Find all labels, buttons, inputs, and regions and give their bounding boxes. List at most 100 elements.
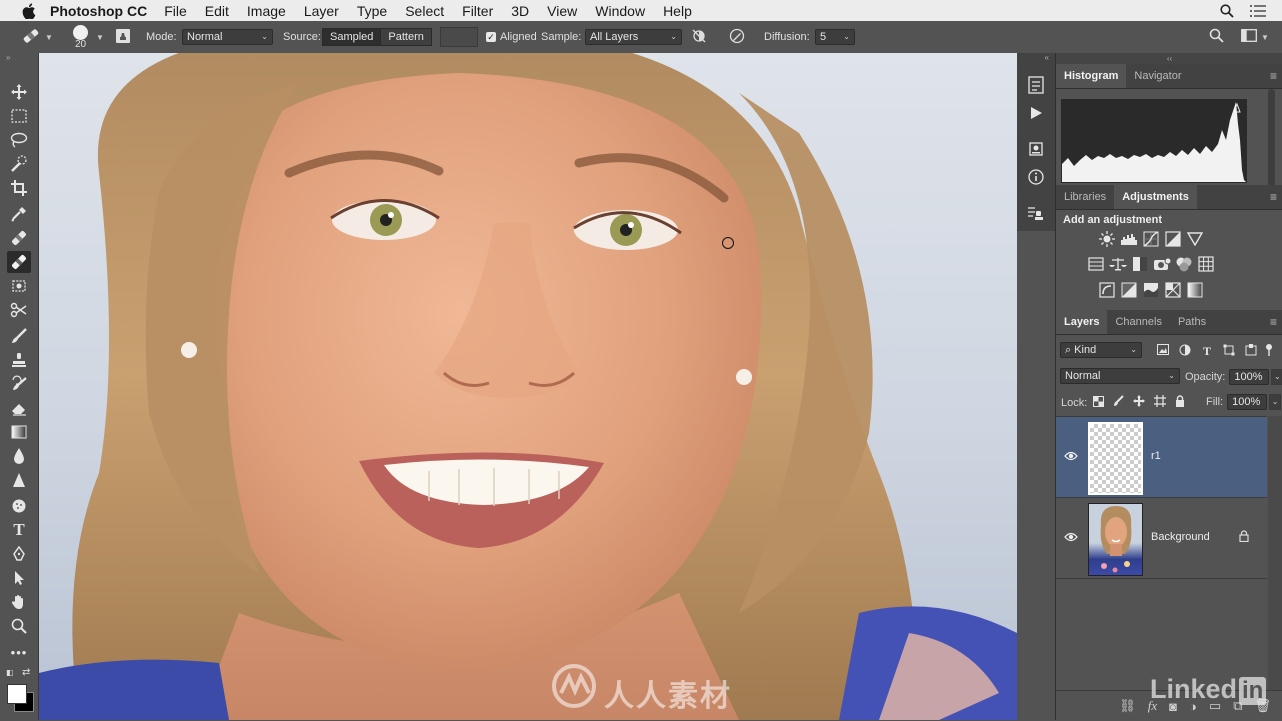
lasso-tool[interactable] (7, 129, 31, 151)
black-white-icon[interactable] (1129, 253, 1151, 275)
lock-image-icon[interactable] (1113, 395, 1125, 410)
eye-icon[interactable] (1064, 531, 1078, 543)
properties-panel-button[interactable] (1026, 139, 1046, 159)
tab-libraries[interactable]: Libraries (1056, 185, 1114, 209)
ignore-adjustment-layers-button[interactable] (692, 21, 706, 53)
hand-tool[interactable] (7, 591, 31, 613)
photo-filter-icon[interactable] (1151, 253, 1173, 275)
menu-type[interactable]: Type (357, 3, 387, 19)
eye-icon[interactable] (1064, 450, 1078, 462)
vibrance-icon[interactable] (1184, 228, 1206, 250)
app-name[interactable]: Photoshop CC (50, 3, 147, 19)
menu-file[interactable]: File (164, 3, 187, 19)
marquee-tool[interactable] (7, 105, 31, 127)
selective-color-icon[interactable] (1162, 279, 1184, 301)
clone-source-button[interactable] (115, 21, 131, 53)
brush-picker-arrow[interactable]: ▼ (96, 21, 104, 53)
menu-window[interactable]: Window (595, 3, 645, 19)
notification-center-icon[interactable] (1250, 4, 1266, 17)
workspace-switcher[interactable]: ▼ (1241, 21, 1269, 53)
zoom-tool[interactable] (7, 615, 31, 637)
swap-colors-icon[interactable]: ⇄ (22, 667, 30, 678)
menu-filter[interactable]: Filter (462, 3, 493, 19)
foreground-color-swatch[interactable] (7, 684, 27, 704)
layer-name[interactable]: Background (1151, 531, 1210, 543)
menu-layer[interactable]: Layer (304, 3, 339, 19)
source-pattern-button[interactable]: Pattern (381, 28, 432, 46)
pen-tool[interactable] (7, 543, 31, 565)
posterize-icon[interactable] (1118, 279, 1140, 301)
filter-type-icon[interactable]: T (1196, 344, 1218, 359)
pressure-size-button[interactable] (729, 21, 745, 53)
mode-select[interactable]: Normal ⌄ (182, 29, 273, 45)
menu-select[interactable]: Select (405, 3, 444, 19)
tab-channels[interactable]: Channels (1107, 310, 1169, 334)
menu-help[interactable]: Help (663, 3, 692, 19)
history-panel-button[interactable] (1026, 75, 1046, 95)
source-sampled-button[interactable]: Sampled (322, 28, 382, 46)
history-brush-tool[interactable] (7, 373, 31, 395)
type-tool[interactable]: T (7, 519, 31, 541)
hue-saturation-icon[interactable] (1085, 253, 1107, 275)
opacity-input[interactable]: 100% (1229, 369, 1270, 385)
panel-menu-icon[interactable]: ≡ (1270, 315, 1277, 329)
color-lookup-icon[interactable] (1195, 253, 1217, 275)
healing-brush-tool[interactable] (7, 251, 31, 273)
spot-healing-tool[interactable] (7, 227, 31, 249)
blur-tool[interactable] (7, 445, 31, 467)
levels-icon[interactable] (1118, 228, 1140, 250)
crop-tool[interactable] (7, 177, 31, 199)
clone-source-panel-button[interactable] (1026, 203, 1046, 223)
default-colors-icon[interactable]: ◧ (6, 668, 14, 677)
layer-row-r1[interactable]: r1 (1056, 417, 1267, 498)
tool-preset-picker[interactable]: ▼ (20, 21, 53, 53)
clone-stamp-tool[interactable] (7, 349, 31, 371)
tab-adjustments[interactable]: Adjustments (1114, 185, 1197, 209)
panel-menu-icon[interactable]: ≡ (1270, 69, 1277, 83)
content-aware-tool[interactable] (7, 275, 31, 297)
eyedropper-tool[interactable] (7, 203, 31, 225)
sample-select[interactable]: All Layers ⌄ (585, 29, 682, 45)
tab-histogram[interactable]: Histogram (1056, 64, 1127, 88)
layer-filter-select[interactable]: ⌕ Kind ⌄ (1060, 342, 1142, 358)
apple-icon[interactable] (22, 2, 36, 19)
gradient-tool[interactable] (7, 421, 31, 443)
filter-smart-object-icon[interactable] (1240, 344, 1262, 359)
menu-image[interactable]: Image (247, 3, 286, 19)
move-tool[interactable] (7, 81, 31, 103)
red-eye-tool[interactable] (7, 299, 31, 321)
info-panel-button[interactable] (1026, 167, 1046, 187)
spotlight-icon[interactable] (1220, 3, 1234, 18)
collapse-panels-icon[interactable]: ‹‹ (1056, 53, 1282, 64)
collapse-toolbar-icon[interactable]: » (0, 53, 38, 63)
layer-row-background[interactable]: Background (1056, 498, 1267, 579)
gradient-map-icon[interactable] (1184, 279, 1206, 301)
tab-paths[interactable]: Paths (1170, 310, 1214, 334)
channel-mixer-icon[interactable] (1173, 253, 1195, 275)
menu-edit[interactable]: Edit (205, 3, 229, 19)
filter-toggle-icon[interactable] (1262, 344, 1276, 359)
exposure-icon[interactable] (1162, 228, 1184, 250)
brightness-contrast-icon[interactable] (1096, 228, 1118, 250)
collapse-dock-icon[interactable]: « (1017, 53, 1055, 63)
aligned-checkbox[interactable]: ✓ Aligned (486, 21, 537, 53)
sponge-tool[interactable] (7, 495, 31, 517)
opacity-slider-toggle[interactable]: ⌄ (1271, 369, 1282, 385)
pattern-picker[interactable] (440, 27, 478, 47)
lock-artboard-icon[interactable] (1154, 395, 1167, 410)
path-selection-tool[interactable] (7, 567, 31, 589)
eraser-tool[interactable] (7, 397, 31, 419)
invert-icon[interactable] (1096, 279, 1118, 301)
lock-all-icon[interactable] (1175, 395, 1185, 410)
brush-picker[interactable]: 20 (73, 21, 88, 53)
threshold-icon[interactable] (1140, 279, 1162, 301)
tab-navigator[interactable]: Navigator (1126, 64, 1189, 88)
layers-scrollbar[interactable] (1268, 416, 1282, 690)
sharpen-tool[interactable] (7, 469, 31, 491)
filter-adjustment-icon[interactable] (1174, 344, 1196, 359)
search-button[interactable] (1209, 21, 1224, 53)
layer-name[interactable]: r1 (1151, 450, 1161, 462)
color-balance-icon[interactable] (1107, 253, 1129, 275)
filter-pixel-icon[interactable] (1152, 344, 1174, 359)
link-layers-icon[interactable]: ⛓ (1119, 698, 1136, 714)
